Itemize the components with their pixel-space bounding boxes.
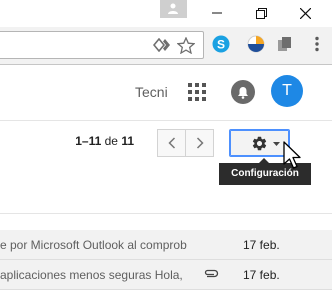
svg-text:S: S — [217, 38, 225, 52]
notifications-button[interactable] — [231, 80, 255, 104]
mail-row[interactable]: e por Microsoft Outlook al comprob 17 fe… — [0, 230, 332, 260]
mouse-cursor-icon — [283, 141, 301, 169]
older-page-button[interactable] — [157, 129, 186, 157]
avatar[interactable]: T — [271, 75, 303, 107]
close-icon — [299, 7, 311, 19]
minimize-icon — [212, 12, 222, 14]
copy-extension-icon — [278, 37, 291, 51]
chevron-left-icon — [167, 137, 175, 149]
mail-snippet: e por Microsoft Outlook al comprob — [0, 238, 187, 252]
copy-extension-button[interactable] — [273, 32, 297, 56]
gmail-header: Tecni T — [0, 65, 332, 121]
restore-button[interactable] — [239, 0, 283, 26]
mail-snippet: aplicaciones menos seguras Hola, — [0, 268, 183, 282]
dropdown-arrow-icon — [273, 142, 280, 146]
menu-icon — [315, 36, 319, 52]
star-icon[interactable] — [177, 37, 195, 54]
mail-row[interactable]: aplicaciones menos seguras Hola, 17 feb. — [0, 260, 332, 290]
skype-icon: S — [212, 35, 230, 53]
window-titlebar — [0, 0, 332, 27]
mail-date: 17 feb. — [243, 238, 280, 252]
apps-grid-icon[interactable] — [188, 83, 206, 101]
address-bar[interactable] — [0, 31, 204, 59]
pager-of-label: de — [104, 134, 118, 148]
paperclip-icon — [204, 269, 219, 278]
account-name[interactable]: Tecni — [135, 84, 168, 100]
user-profile-button[interactable] — [160, 0, 187, 18]
close-button[interactable] — [283, 0, 327, 26]
pager-range: 1–11 — [75, 134, 102, 148]
circle-extension-icon — [247, 35, 265, 53]
mail-date: 17 feb. — [243, 268, 280, 282]
list-divider — [0, 213, 332, 214]
person-icon — [168, 3, 178, 14]
chevron-right-icon — [196, 137, 204, 149]
translate-icon[interactable] — [153, 38, 173, 52]
browser-menu-button[interactable] — [305, 32, 329, 56]
minimize-button[interactable] — [195, 0, 239, 26]
newer-page-button[interactable] — [185, 129, 214, 157]
circle-extension-button[interactable] — [244, 32, 268, 56]
restore-icon — [255, 7, 267, 19]
gear-icon — [252, 136, 267, 151]
pager-count: 1–11 de 11 — [72, 134, 134, 148]
browser-toolbar: S — [0, 27, 332, 65]
bell-icon — [238, 86, 248, 99]
settings-button[interactable] — [229, 129, 290, 157]
skype-extension-button[interactable]: S — [209, 32, 233, 56]
pager-total: 11 — [121, 134, 134, 148]
